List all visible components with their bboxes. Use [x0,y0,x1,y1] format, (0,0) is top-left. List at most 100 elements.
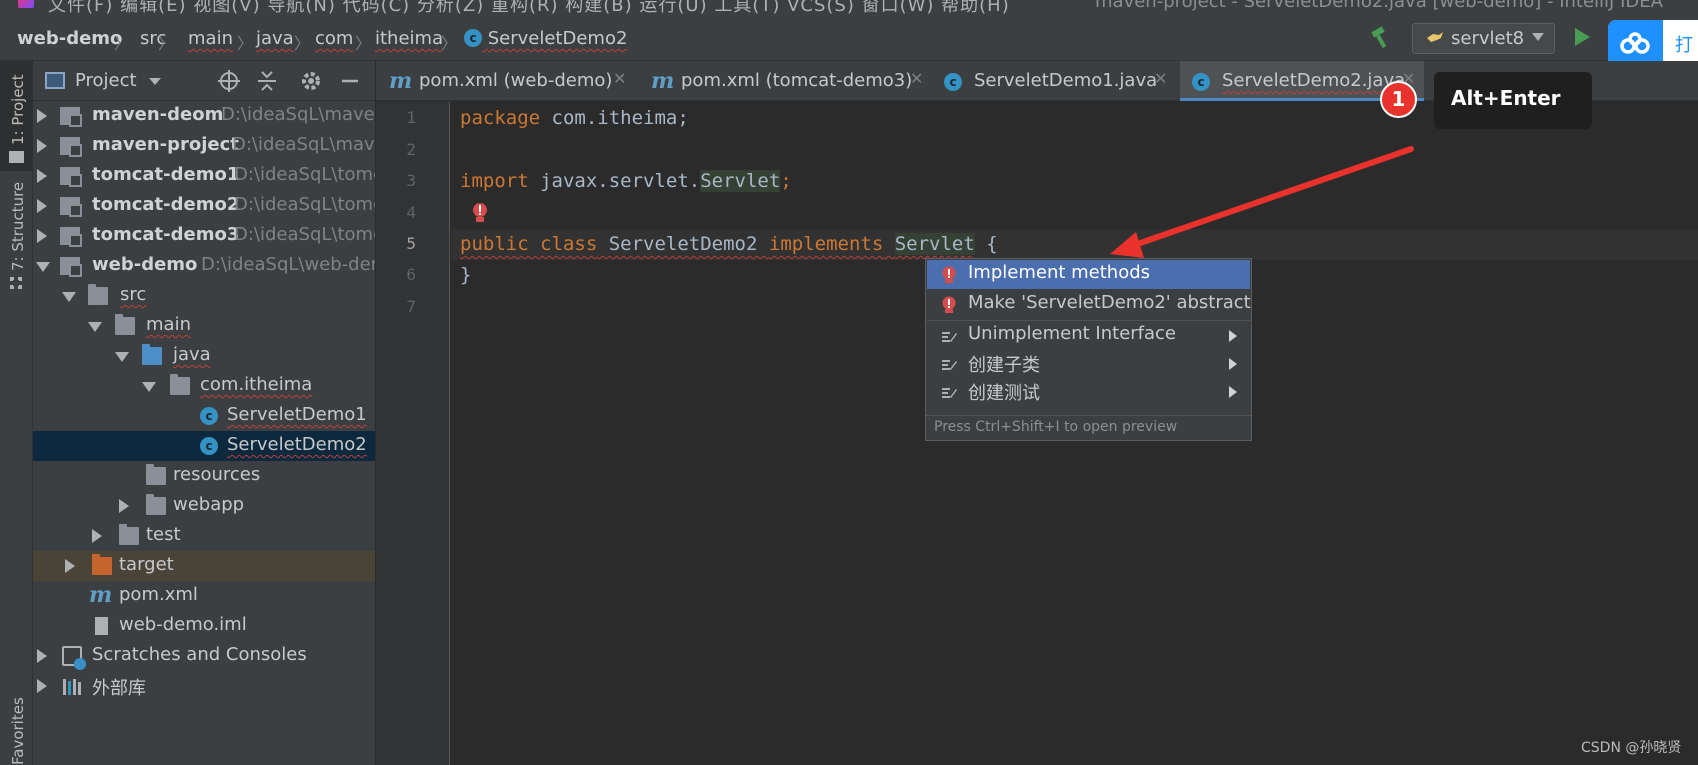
breadcrumb-itheima[interactable]: itheima [375,28,443,49]
minimize-icon[interactable] [338,69,362,93]
main-menu[interactable]: 文件(F) 编辑(E) 视图(V) 导航(N) 代码(C) 分析(Z) 重构(R… [48,0,1010,16]
line-number: 6 [406,265,416,284]
tree-item-test[interactable]: test [33,521,375,551]
tree-item-tomcat-demo2[interactable]: tomcat-demo2 D:\ideaSqL\tomcat-demo2 [33,191,375,221]
gear-icon[interactable] [299,69,323,93]
tab-pom-web-demo[interactable]: m pom.xml (web-demo) ✕ [376,61,629,101]
popup-item-make-abstract[interactable]: Make 'ServeletDemo2' abstract [927,290,1251,319]
error-bulb-icon[interactable] [471,202,489,226]
run-icon[interactable] [1575,28,1590,46]
tree-item-java[interactable]: java [33,341,375,371]
chevron-down-icon[interactable] [149,78,161,85]
tree-item-scratches[interactable]: Scratches and Consoles [33,641,375,671]
tree-item-resources[interactable]: resources [33,461,375,491]
breadcrumb-web-demo[interactable]: web-demo [17,28,122,49]
run-configuration-select[interactable]: servlet8 [1412,23,1555,54]
tool-tab-favorites[interactable]: Favorites [0,671,33,765]
tree-item-src[interactable]: src [33,281,375,311]
breadcrumb-main[interactable]: main [188,28,233,49]
tool-tab-project-label: 1: Project [9,74,27,145]
tree-item-path: D:\ideaSqL\tomcat-demo1 [234,164,375,185]
code-line-1: package com.itheima; [460,107,689,129]
collapse-arrow-icon[interactable] [115,352,129,362]
popup-item-label: 创建测试 [968,383,1040,404]
tree-item-label: webapp [173,494,245,515]
tree-item-main[interactable]: main [33,311,375,341]
tree-item-package[interactable]: com.itheima [33,371,375,401]
edit-icon [942,332,957,342]
popup-item-create-subclass[interactable]: 创建子类 [927,349,1250,378]
tool-tab-structure[interactable]: 7: Structure [0,181,33,301]
tree-item-servelet-demo2[interactable]: c ServeletDemo2 [33,431,375,461]
folder-icon [119,524,139,545]
expand-arrow-icon[interactable] [37,169,47,183]
java-class-icon: c [200,437,218,455]
tree-item-label: src [120,284,147,305]
expand-arrow-icon[interactable] [37,649,47,663]
tree-item-label: com.itheima [200,374,313,395]
collapse-arrow-icon[interactable] [88,322,102,332]
expand-arrow-icon[interactable] [37,109,47,123]
expand-arrow-icon[interactable] [37,199,47,213]
tool-tab-project[interactable]: 1: Project [0,61,33,171]
popup-item-unimplement-interface[interactable]: Unimplement Interface [927,321,1250,350]
collapse-arrow-icon[interactable] [36,262,50,272]
tree-item-tomcat-demo3[interactable]: tomcat-demo3 D:\ideaSqL\tomcat-demo3 [33,221,375,251]
build-hammer-icon[interactable] [1370,26,1392,48]
tab-pom-tomcat-demo3[interactable]: m pom.xml (tomcat-demo3) ✕ [638,61,923,101]
tree-item-webapp[interactable]: webapp [33,491,375,521]
tree-item-external-libraries[interactable]: 外部库 [33,671,375,701]
tree-item-iml[interactable]: web-demo.iml [33,611,375,641]
code-text: } [460,264,472,286]
imported-class: Servlet [700,170,781,192]
breadcrumb-com[interactable]: com [315,28,353,49]
collapse-all-icon[interactable] [255,69,279,93]
tree-item-tomcat-demo1[interactable]: tomcat-demo1 D:\ideaSqL\tomcat-demo1 [33,161,375,191]
tree-item-pom-xml[interactable]: m pom.xml [33,581,375,611]
java-class-icon: c [464,29,482,47]
expand-arrow-icon[interactable] [65,559,75,573]
tree-item-label: java [173,344,211,365]
code-text: ; [780,170,792,192]
editor-gutter: 1 2 3 4 5 6 7 [376,102,450,765]
tab-label: ServeletDemo2.java [1222,70,1406,91]
chevron-down-icon [1532,33,1544,41]
expand-arrow-icon[interactable] [92,529,102,543]
tree-item-maven-project[interactable]: maven-project D:\ideaSqL\maven-project [33,131,375,161]
expand-arrow-icon[interactable] [37,679,47,693]
expand-arrow-icon[interactable] [119,499,129,513]
tree-item-servelet-demo1[interactable]: c ServeletDemo1 [33,401,375,431]
tree-item-label: tomcat-demo2 [92,194,240,215]
tree-item-target[interactable]: target [33,551,375,581]
project-panel-title[interactable]: Project [75,70,137,91]
tree-item-web-demo[interactable]: web-demo D:\ideaSqL\web-demo [33,251,375,281]
error-bulb-icon [942,266,956,283]
scratches-icon [62,646,86,670]
locate-icon[interactable] [217,69,241,93]
popup-item-create-test[interactable]: 创建测试 [927,377,1250,406]
tree-item-label: resources [173,464,261,485]
expand-arrow-icon[interactable] [37,229,47,243]
collapse-arrow-icon[interactable] [142,382,156,392]
collapse-arrow-icon[interactable] [62,292,76,302]
tool-tab-structure-label: 7: Structure [9,181,27,271]
close-icon[interactable]: ✕ [910,69,923,88]
close-icon[interactable]: ✕ [1154,69,1167,88]
breadcrumb-java[interactable]: java [256,28,294,49]
close-icon[interactable]: ✕ [613,69,626,88]
tree-item-maven-deom[interactable]: maven-deom D:\ideaSqL\maven-deom [33,101,375,131]
intellij-logo-icon [18,0,34,8]
expand-arrow-icon[interactable] [37,139,47,153]
tree-item-label: web-demo.iml [119,614,247,635]
java-class-icon: c [944,73,962,91]
folder-icon [115,314,135,335]
tab-servelet-demo1[interactable]: c ServeletDemo1.java ✕ [932,61,1167,101]
module-icon [60,107,82,127]
popup-hint: Press Ctrl+Shift+I to open preview [926,415,1251,440]
keyword: package [460,107,541,129]
module-icon [60,227,82,247]
shortcut-tooltip: Alt+Enter [1434,72,1592,129]
breadcrumb-file[interactable]: c ServeletDemo2 [464,28,627,49]
source-folder-icon [142,344,162,365]
code-line-6: } [460,264,471,286]
